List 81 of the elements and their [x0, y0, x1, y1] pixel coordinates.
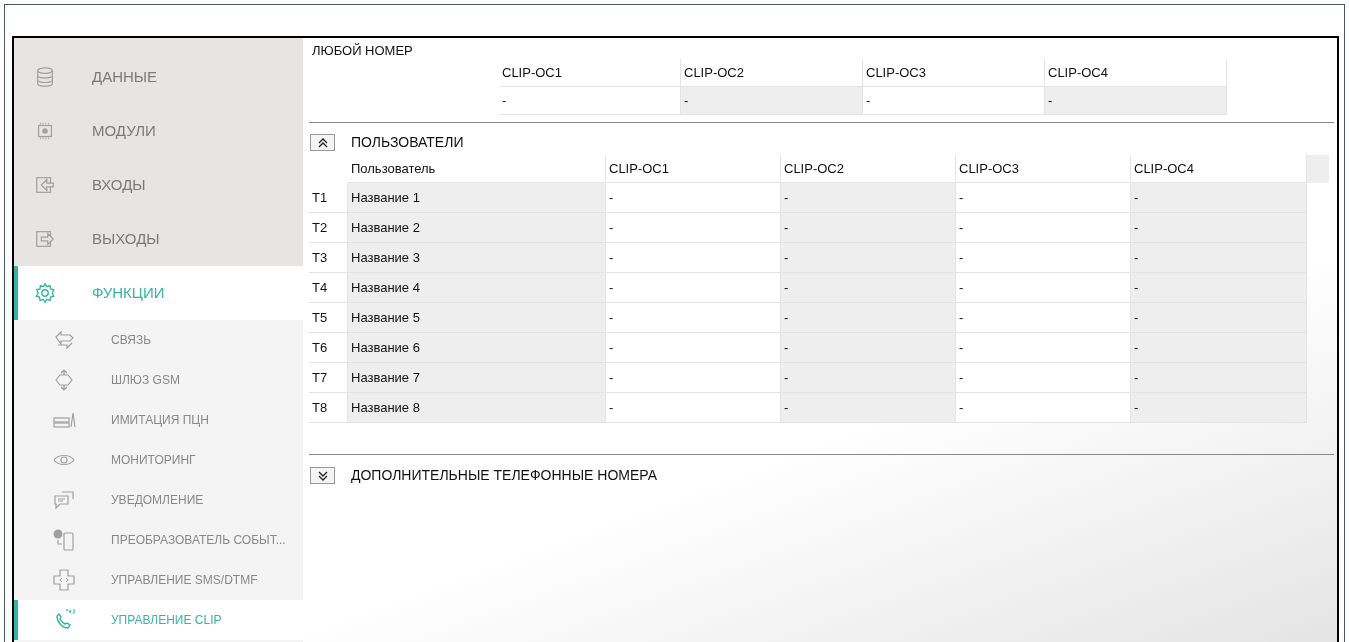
sidebar-item[interactable]: ВЫХОДЫ [14, 212, 303, 266]
table-cell: - [956, 183, 1131, 213]
table-cell: - [956, 333, 1131, 363]
double-chevron-up-icon [317, 137, 328, 148]
column-header: CLIP-OC4 [1131, 155, 1307, 183]
row-index: T8 [309, 393, 348, 423]
input-arrow-icon [34, 174, 56, 196]
table-cell: - [606, 363, 781, 393]
table-cell: - [606, 393, 781, 423]
column-header: CLIP-OC3 [863, 59, 1045, 87]
table-cell: - [1131, 393, 1307, 423]
table-cell: - [781, 243, 956, 273]
header-filler [1307, 155, 1329, 183]
table-cell: - [606, 243, 781, 273]
table-cell: - [781, 213, 956, 243]
table-cell: - [1131, 363, 1307, 393]
output-arrow-icon [34, 228, 56, 250]
table-cell: - [1131, 213, 1307, 243]
column-header: CLIP-OC1 [499, 59, 681, 87]
table-cell: - [956, 273, 1131, 303]
table-cell: - [606, 273, 781, 303]
row-index: T5 [309, 303, 348, 333]
chat-bubbles-icon [52, 488, 76, 512]
sidebar-item[interactable]: ДАННЫЕ [14, 50, 303, 104]
table-cell: Название 1 [348, 183, 606, 213]
table-cell: - [956, 363, 1131, 393]
column-header: CLIP-OC2 [681, 59, 863, 87]
sidebar-item[interactable]: ВХОДЫ [14, 158, 303, 212]
row-index: T2 [309, 213, 348, 243]
table-cell: - [1131, 303, 1307, 333]
gear-icon [34, 282, 56, 304]
table-cell: Название 6 [348, 333, 606, 363]
table-cell: - [606, 183, 781, 213]
section-title: ЛЮБОЙ НОМЕР [311, 42, 414, 59]
row-index: T6 [309, 333, 348, 363]
sidebar-item[interactable]: ФУНКЦИИ [14, 266, 303, 320]
table-cell: - [781, 363, 956, 393]
table-cell: - [781, 183, 956, 213]
row-index: T3 [309, 243, 348, 273]
table-cell: - [956, 393, 1131, 423]
table-cell: - [781, 393, 956, 423]
table-cell: - [1131, 243, 1307, 273]
section-title: ДОПОЛНИТЕЛЬНЫЕ ТЕЛЕФОННЫЕ НОМЕРА [351, 466, 658, 485]
table-cell: Название 2 [348, 213, 606, 243]
sidebar-item[interactable]: МОДУЛИ [14, 104, 303, 158]
table-cell: - [1045, 87, 1227, 115]
sidebar-subitem[interactable]: УПРАВЛЕНИЕ CLIP [14, 600, 303, 640]
table-cell: Название 4 [348, 273, 606, 303]
database-icon [34, 66, 56, 88]
table-cell: - [781, 273, 956, 303]
table-cell: - [606, 213, 781, 243]
column-header: CLIP-OC2 [781, 155, 956, 183]
table-cell: - [956, 213, 1131, 243]
table-cell: - [1131, 333, 1307, 363]
table-cell: Название 7 [348, 363, 606, 393]
table-cell: - [499, 87, 681, 115]
column-header: CLIP-OC1 [606, 155, 781, 183]
table-cell: - [681, 87, 863, 115]
table-cell: - [956, 303, 1131, 333]
column-header: CLIP-OC3 [956, 155, 1131, 183]
column-header: CLIP-OC4 [1045, 59, 1227, 87]
table-cell: Название 3 [348, 243, 606, 273]
row-index: T4 [309, 273, 348, 303]
double-chevron-down-icon [317, 470, 328, 481]
collapse-button[interactable] [310, 134, 335, 151]
table-cell: - [863, 87, 1045, 115]
row-index: T1 [309, 183, 348, 213]
table-cell: - [781, 333, 956, 363]
row-index: T7 [309, 363, 348, 393]
table-cell: - [606, 333, 781, 363]
table-cell: - [1131, 183, 1307, 213]
table-cell: - [956, 243, 1131, 273]
table-cell: Название 5 [348, 303, 606, 333]
table-cell: - [781, 303, 956, 333]
expand-button[interactable] [310, 467, 335, 484]
column-header: Пользователь [348, 155, 606, 183]
keypad-cross-icon [52, 568, 76, 592]
table-cell: Название 8 [348, 393, 606, 423]
section-title: ПОЛЬЗОВАТЕЛИ [351, 133, 464, 152]
table-cell: - [1131, 273, 1307, 303]
table-cell: - [606, 303, 781, 333]
